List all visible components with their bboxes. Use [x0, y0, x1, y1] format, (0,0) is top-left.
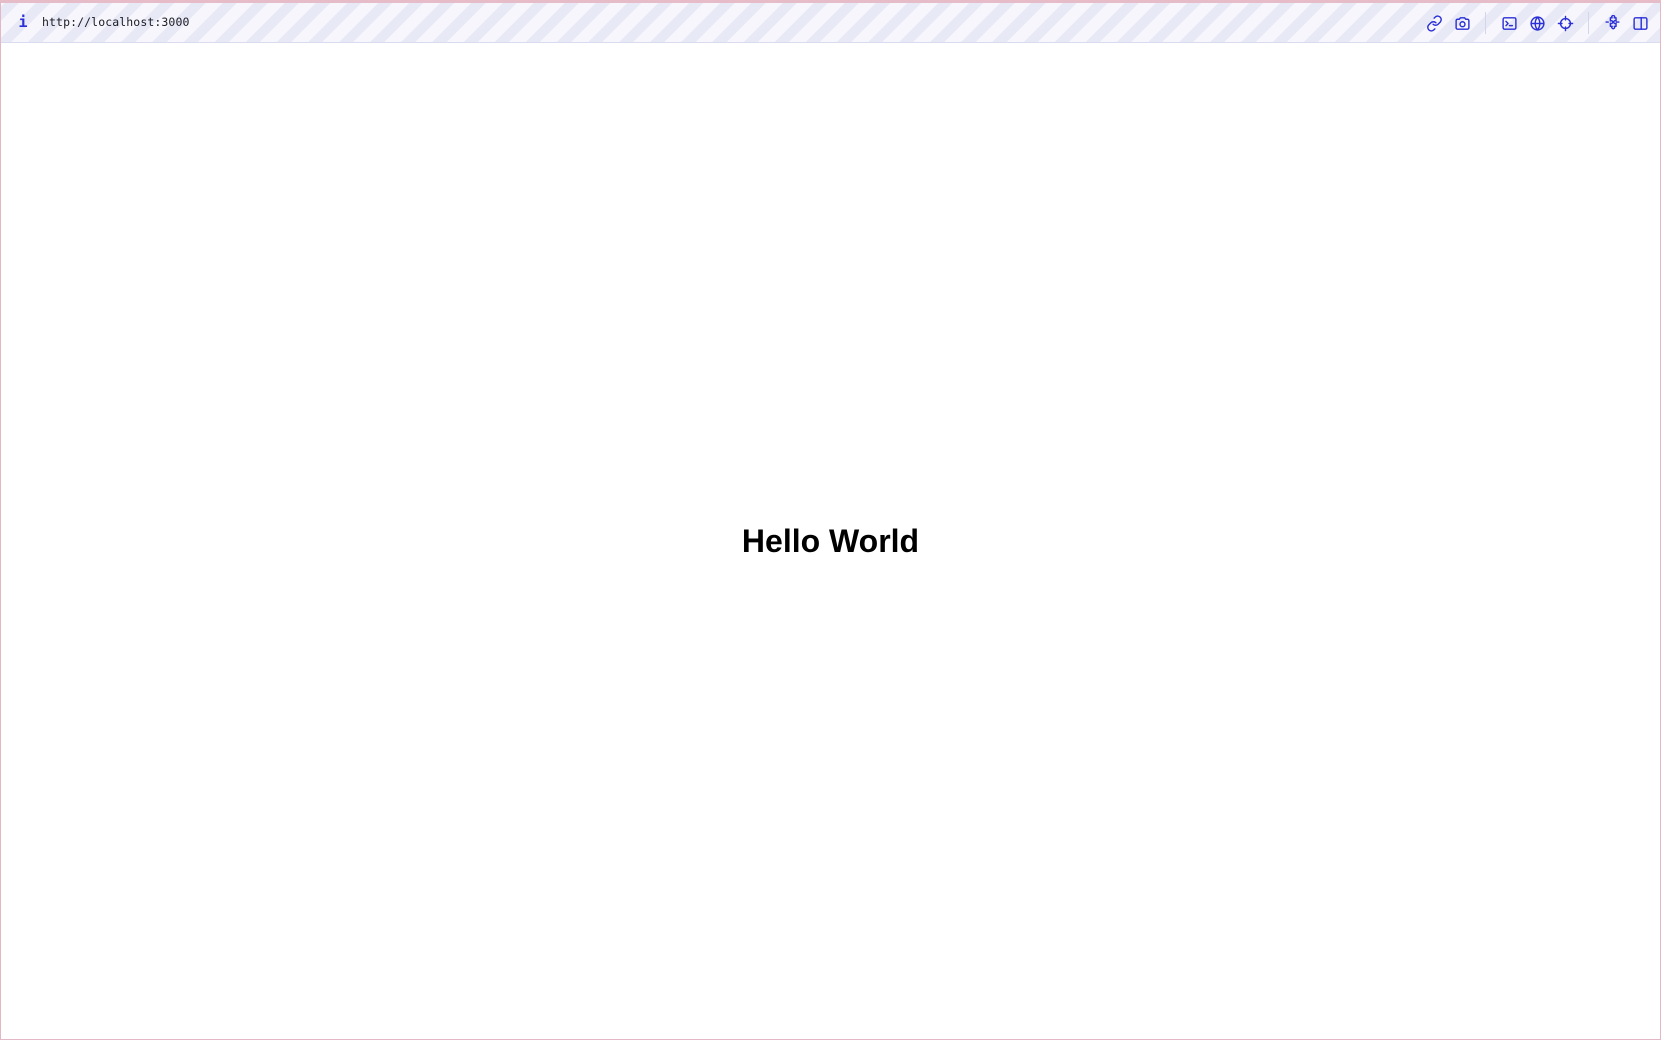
- page-viewport: Hello World: [1, 43, 1660, 1039]
- camera-icon[interactable]: [1451, 12, 1473, 34]
- terminal-icon[interactable]: [1498, 12, 1520, 34]
- url-display[interactable]: http://localhost:3000: [42, 15, 190, 29]
- browser-toolbar: i http://localhost:3000: [1, 3, 1660, 43]
- info-icon[interactable]: i: [15, 13, 31, 31]
- toolbar-actions: [1420, 3, 1654, 43]
- page-heading: Hello World: [741, 523, 920, 559]
- toolbar-divider: [1588, 12, 1589, 34]
- split-panel-icon[interactable]: [1629, 12, 1651, 34]
- toolbar-divider: [1485, 12, 1486, 34]
- browser-window: i http://localhost:3000 Hello World: [0, 0, 1661, 1040]
- crosshair-icon[interactable]: [1554, 12, 1576, 34]
- puzzle-icon[interactable]: [1601, 12, 1623, 34]
- globe-icon[interactable]: [1526, 12, 1548, 34]
- link-icon[interactable]: [1423, 12, 1445, 34]
